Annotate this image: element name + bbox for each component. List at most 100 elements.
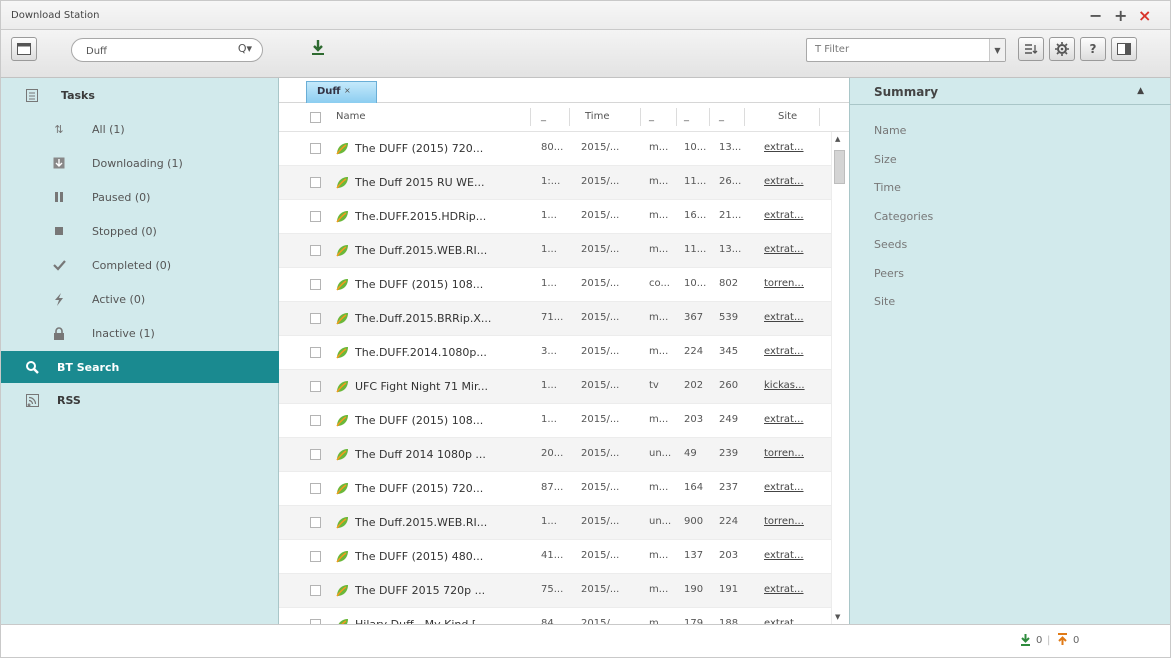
cell-site-link[interactable]: torren... <box>764 278 816 289</box>
scroll-up-icon[interactable]: ▲ <box>835 135 840 143</box>
row-checkbox[interactable] <box>310 483 321 494</box>
row-checkbox[interactable] <box>310 347 321 358</box>
table-row[interactable]: The Duff 2015 RU WE... 1:... 2015/... m... 1… <box>279 166 831 200</box>
sidebar-item-tasks[interactable]: Tasks <box>1 81 279 109</box>
cell-site-link[interactable]: extrat... <box>764 176 816 187</box>
cell-seeds: 10... <box>684 278 707 289</box>
sort-button[interactable] <box>1018 37 1044 61</box>
sidebar-item-stopped[interactable]: Stopped (0) <box>1 217 279 245</box>
cell-size: 1... <box>541 278 557 289</box>
cell-site-link[interactable]: extrat... <box>764 346 816 357</box>
sidebar-item-active[interactable]: Active (0) <box>1 285 279 313</box>
toggle-sidebar-button[interactable] <box>11 37 37 61</box>
table-row[interactable]: The DUFF (2015) 720... 80... 2015/... m... 1… <box>279 132 831 166</box>
table-row[interactable]: The Duff.2015.WEB.RI... 1... 2015/... un...… <box>279 506 831 540</box>
table-row[interactable]: The.DUFF.2015.HDRip... 1... 2015/... m... 16… <box>279 200 831 234</box>
cell-site-link[interactable]: extrat... <box>764 244 816 255</box>
sidebar-item-inactive[interactable]: Inactive (1) <box>1 319 279 347</box>
cell-peers: 260 <box>719 380 739 391</box>
cell-time: 2015/... <box>581 312 620 323</box>
search-box[interactable]: Q▾ <box>71 38 263 62</box>
row-checkbox[interactable] <box>310 585 321 596</box>
cell-category: m... <box>649 482 669 493</box>
sidebar-item-paused[interactable]: Paused (0) <box>1 183 279 211</box>
sidebar-item-bt-search[interactable]: BT Search <box>1 351 279 383</box>
cell-site-link[interactable]: torren... <box>764 516 816 527</box>
row-checkbox[interactable] <box>310 313 321 324</box>
tab-duff[interactable]: Duff × <box>306 81 377 103</box>
select-all-checkbox[interactable] <box>310 112 321 123</box>
cell-site-link[interactable]: extrat... <box>764 584 816 595</box>
torrent-icon <box>335 142 349 156</box>
sidebar-item-label: Downloading (1) <box>92 156 183 170</box>
column-header-peers[interactable]: _ <box>719 111 724 122</box>
cell-peers: 21... <box>719 210 742 221</box>
downloading-icon <box>52 156 66 170</box>
cell-site-link[interactable]: extrat... <box>764 414 816 425</box>
cell-time: 2015/... <box>581 516 620 527</box>
table-row[interactable]: The DUFF (2015) 720... 87... 2015/... m... 1… <box>279 472 831 506</box>
column-header-name[interactable]: Name <box>336 111 366 122</box>
row-checkbox[interactable] <box>310 381 321 392</box>
table-row[interactable]: The.DUFF.2014.1080p... 3... 2015/... m... 22… <box>279 336 831 370</box>
search-icon[interactable]: Q▾ <box>238 42 252 55</box>
row-checkbox[interactable] <box>310 279 321 290</box>
cell-site-link[interactable]: extrat... <box>764 142 816 153</box>
cell-site-link[interactable]: extrat... <box>764 210 816 221</box>
cell-site-link[interactable]: torren... <box>764 448 816 459</box>
table-row[interactable]: The DUFF (2015) 108... 1... 2015/... m... 20… <box>279 404 831 438</box>
cell-site-link[interactable]: extrat... <box>764 550 816 561</box>
table-row[interactable]: The Duff.2015.WEB.RI... 1... 2015/... m... 1… <box>279 234 831 268</box>
cell-site-link[interactable]: extrat... <box>764 312 816 323</box>
help-button[interactable]: ? <box>1080 37 1106 61</box>
row-checkbox[interactable] <box>310 177 321 188</box>
scrollbar[interactable]: ▲ ▼ <box>831 132 847 624</box>
filter-box[interactable]: T Filter ▼ <box>806 38 1006 62</box>
sidebar-item-downloading[interactable]: Downloading (1) <box>1 149 279 177</box>
column-header-time[interactable]: Time <box>585 111 609 122</box>
column-divider <box>709 108 710 126</box>
table-row[interactable]: The.Duff.2015.BRRip.X... 71... 2015/... m..… <box>279 302 831 336</box>
table-row[interactable]: The DUFF (2015) 108... 1... 2015/... co... 1… <box>279 268 831 302</box>
cell-seeds: 190 <box>684 584 704 595</box>
column-header-site[interactable]: Site <box>778 111 797 122</box>
row-checkbox[interactable] <box>310 517 321 528</box>
table-row[interactable]: The DUFF 2015 720p ... 75... 2015/... m... 1… <box>279 574 831 608</box>
collapse-icon[interactable]: ▲ <box>1137 86 1144 96</box>
sidebar-item-all[interactable]: ⇅ All (1) <box>1 115 279 143</box>
table-row[interactable]: The Duff 2014 1080p ... 20... 2015/... un..… <box>279 438 831 472</box>
column-header-seeds[interactable]: _ <box>684 111 689 122</box>
scrollbar-thumb[interactable] <box>834 150 845 184</box>
search-input[interactable] <box>86 43 216 59</box>
table-row[interactable]: The DUFF (2015) 480... 41... 2015/... m... 1… <box>279 540 831 574</box>
summary-field-label: Seeds <box>874 238 908 251</box>
table-row[interactable]: UFC Fight Night 71 Mir... 1... 2015/... tv 2… <box>279 370 831 404</box>
row-checkbox[interactable] <box>310 211 321 222</box>
column-header-category[interactable]: _ <box>649 111 654 122</box>
scroll-down-icon[interactable]: ▼ <box>835 613 840 621</box>
row-checkbox[interactable] <box>310 551 321 562</box>
sidebar-item-completed[interactable]: Completed (0) <box>1 251 279 279</box>
toggle-summary-button[interactable] <box>1111 37 1137 61</box>
maximize-button[interactable]: + <box>1114 6 1127 25</box>
row-checkbox[interactable] <box>310 415 321 426</box>
upload-count: 0 <box>1073 635 1080 646</box>
cell-site-link[interactable]: kickas... <box>764 380 816 391</box>
column-header-size[interactable]: _ <box>541 111 546 122</box>
cell-site-link[interactable]: extrat... <box>764 482 816 493</box>
close-button[interactable]: × <box>1138 6 1151 25</box>
summary-field-label: Site <box>874 295 896 308</box>
settings-button[interactable] <box>1049 37 1075 61</box>
cell-size: 87... <box>541 482 564 493</box>
sort-icon <box>1025 44 1038 54</box>
status-bar: 0 | 0 <box>0 624 1171 658</box>
row-checkbox[interactable] <box>310 143 321 154</box>
row-checkbox[interactable] <box>310 245 321 256</box>
download-button[interactable] <box>309 38 327 60</box>
chevron-down-icon[interactable]: ▼ <box>989 39 1005 61</box>
close-icon[interactable]: × <box>344 86 351 95</box>
minimize-button[interactable]: − <box>1089 6 1102 25</box>
sidebar-item-rss[interactable]: RSS <box>1 386 279 414</box>
row-checkbox[interactable] <box>310 449 321 460</box>
cell-peers: 191 <box>719 584 739 595</box>
